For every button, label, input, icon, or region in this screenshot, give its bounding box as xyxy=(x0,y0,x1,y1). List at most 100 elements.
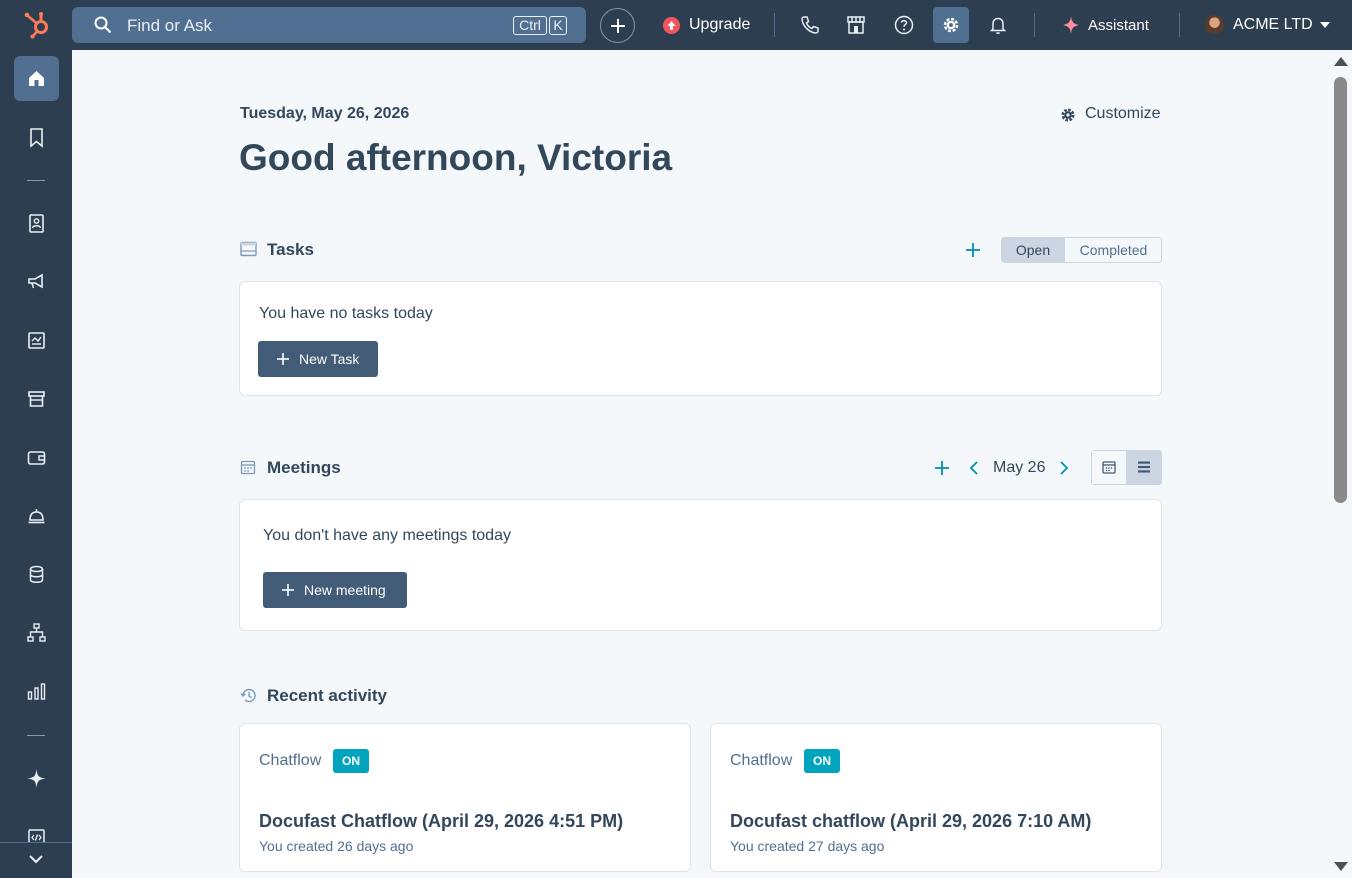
account-name: ACME LTD xyxy=(1233,16,1313,33)
activity-meta: You created 27 days ago xyxy=(730,838,885,854)
sidebar-item-content[interactable] xyxy=(14,318,59,363)
content-icon xyxy=(28,332,45,349)
scroll-up-arrow[interactable] xyxy=(1334,57,1348,66)
page-scrollbar[interactable] xyxy=(1329,50,1352,878)
meetings-empty-message: You don't have any meetings today xyxy=(263,527,511,544)
list-view-button[interactable] xyxy=(1127,451,1161,484)
new-task-label: New Task xyxy=(299,351,360,367)
meetings-card: You don't have any meetings today New me… xyxy=(239,499,1162,631)
hubspot-logo[interactable] xyxy=(22,10,52,40)
sparkle-icon xyxy=(27,769,46,788)
list-icon xyxy=(1138,461,1150,473)
status-badge: ON xyxy=(804,749,840,773)
calendar-icon xyxy=(1102,461,1116,474)
plus-icon xyxy=(282,584,294,596)
sidebar-item-reporting[interactable] xyxy=(14,669,59,714)
activity-card[interactable]: Chatflow ON Docufast Chatflow (April 29,… xyxy=(239,723,691,872)
page-title: Good afternoon, Victoria xyxy=(239,137,673,178)
workflow-icon xyxy=(27,623,46,642)
new-meeting-button[interactable]: New meeting xyxy=(263,572,407,608)
search-placeholder: Find or Ask xyxy=(127,16,213,35)
commerce-icon xyxy=(28,391,45,407)
tab-completed[interactable]: Completed xyxy=(1066,238,1161,262)
activity-title[interactable]: Docufast Chatflow (April 29, 2026 4:51 P… xyxy=(259,811,623,832)
sidebar-item-home[interactable] xyxy=(14,56,59,101)
sidebar-item-sales[interactable] xyxy=(14,435,59,480)
assistant-label: Assistant xyxy=(1088,17,1149,34)
bookmark-icon xyxy=(30,128,43,148)
marketing-icon xyxy=(28,273,43,289)
sidebar-divider xyxy=(27,735,45,736)
calendar-icon xyxy=(240,460,256,475)
sidebar-item-development[interactable] xyxy=(14,815,59,842)
sidebar-item-service[interactable] xyxy=(14,493,59,538)
sparkle-icon xyxy=(1063,16,1079,34)
topbar-divider xyxy=(1034,13,1035,37)
sidebar-item-bookmarks[interactable] xyxy=(14,115,59,160)
upgrade-icon xyxy=(663,17,680,34)
add-task-icon[interactable] xyxy=(965,242,981,258)
current-date: Tuesday, May 26, 2026 xyxy=(240,105,410,122)
shortcut-ctrl-key: Ctrl xyxy=(513,16,547,35)
add-meeting-icon[interactable] xyxy=(934,460,950,476)
sidebar xyxy=(0,50,72,878)
settings-button[interactable] xyxy=(933,7,969,43)
bell-icon[interactable] xyxy=(987,14,1009,36)
search-icon xyxy=(94,16,112,34)
sidebar-item-automation[interactable] xyxy=(14,610,59,655)
meetings-date: May 26 xyxy=(993,459,1046,476)
plus-icon xyxy=(277,353,289,365)
settings-icon xyxy=(943,17,959,33)
new-meeting-label: New meeting xyxy=(304,582,386,598)
activity-type: Chatflow xyxy=(730,752,793,769)
sidebar-item-data[interactable] xyxy=(14,552,59,597)
shortcut-k-key: K xyxy=(549,16,567,35)
scroll-down-arrow[interactable] xyxy=(1334,862,1348,871)
service-bell-icon xyxy=(28,509,45,524)
gear-icon xyxy=(1061,108,1075,122)
bar-chart-icon xyxy=(27,683,46,700)
tasks-card: You have no tasks today New Task xyxy=(239,281,1162,396)
scroll-thumb[interactable] xyxy=(1334,77,1347,503)
phone-icon[interactable] xyxy=(799,14,821,36)
status-badge: ON xyxy=(333,749,369,773)
create-new-button[interactable] xyxy=(600,8,635,43)
avatar xyxy=(1205,15,1224,34)
sidebar-item-marketing[interactable] xyxy=(14,259,59,304)
wallet-icon xyxy=(27,451,46,465)
topbar-divider xyxy=(1179,13,1180,37)
meetings-title: Meetings xyxy=(267,458,341,477)
chevron-left-icon[interactable] xyxy=(968,460,980,476)
calendar-view-button[interactable] xyxy=(1092,451,1127,484)
upgrade-label: Upgrade xyxy=(689,16,751,33)
chevron-right-icon[interactable] xyxy=(1058,460,1070,476)
activity-type: Chatflow xyxy=(259,752,322,769)
meetings-view-toggle xyxy=(1091,450,1162,485)
database-icon xyxy=(29,565,44,583)
sidebar-divider xyxy=(0,842,72,843)
home-icon xyxy=(29,71,44,86)
tasks-empty-message: You have no tasks today xyxy=(259,305,433,322)
activity-title[interactable]: Docufast chatflow (April 29, 2026 7:10 A… xyxy=(730,811,1091,832)
sidebar-item-breeze[interactable] xyxy=(14,756,59,801)
activity-card[interactable]: Chatflow ON Docufast chatflow (April 29,… xyxy=(710,723,1162,872)
chevron-down-icon[interactable] xyxy=(28,853,44,865)
code-icon xyxy=(28,829,45,842)
tasks-title: Tasks xyxy=(267,240,314,259)
recent-activity-title: Recent activity xyxy=(267,686,387,705)
activity-meta: You created 26 days ago xyxy=(259,838,414,854)
top-navigation-bar: Find or Ask Ctrl K Upgrade Assistant ACM… xyxy=(0,0,1352,50)
help-icon[interactable] xyxy=(893,14,915,36)
tasks-icon xyxy=(240,241,257,257)
contacts-icon xyxy=(29,214,44,233)
topbar-divider xyxy=(774,13,775,37)
sidebar-item-contacts[interactable] xyxy=(14,201,59,246)
history-icon xyxy=(240,688,256,703)
tasks-filter-toggle: Open Completed xyxy=(1001,237,1162,263)
marketplace-icon[interactable] xyxy=(845,14,867,36)
search-bar[interactable]: Find or Ask Ctrl K xyxy=(72,7,586,43)
plus-icon xyxy=(611,19,625,33)
new-task-button[interactable]: New Task xyxy=(258,341,378,377)
tab-open[interactable]: Open xyxy=(1002,238,1065,262)
sidebar-item-commerce[interactable] xyxy=(14,376,59,421)
